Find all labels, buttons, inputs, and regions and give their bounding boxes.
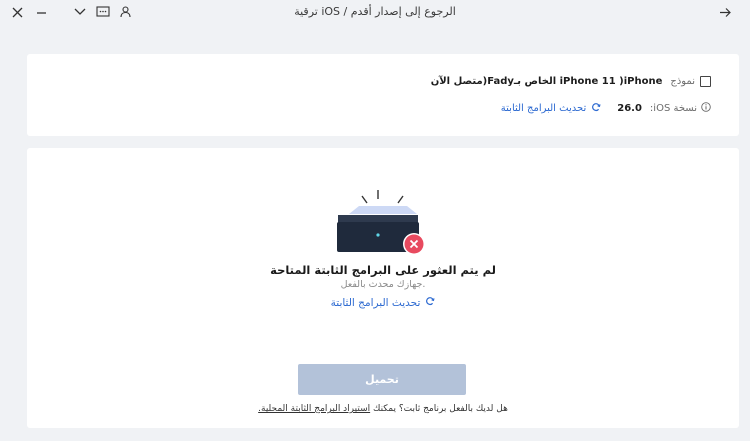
refresh-icon	[425, 296, 435, 309]
model-value: iPhone 11 )iPhone الخاص بـFady(متصل الآن	[430, 76, 663, 87]
status-subtitle: جهازك محدث بالفعل.	[340, 279, 426, 290]
back-arrow-icon[interactable]	[717, 4, 733, 20]
refresh-icon	[591, 102, 601, 115]
status-update-link[interactable]: تحديث البرامج الثابتة	[27, 296, 739, 309]
download-button[interactable]: تحميل	[298, 364, 466, 395]
footer-question: هل لديك بالفعل برنامج ثابت؟ يمكنك	[373, 404, 508, 414]
device-illustration	[333, 184, 433, 264]
update-firmware-link-label: تحديث البرامج الثابتة	[500, 103, 587, 114]
import-local-firmware-link[interactable]: استيراد البرامج الثابتة المحلية.	[258, 404, 370, 414]
version-value: 26.0	[617, 103, 642, 114]
footer-text: هل لديك بالفعل برنامج ثابت؟ يمكنك استيرا…	[27, 404, 739, 414]
model-label: نموذج	[670, 76, 695, 87]
title-bar: ترقية iOS / الرجوع إلى إصدار أقدم	[0, 0, 750, 24]
status-title: لم يتم العثور على البرامج الثابتة المتاح…	[270, 263, 496, 277]
update-firmware-link[interactable]: تحديث البرامج الثابتة	[501, 102, 601, 115]
version-label: نسخة iOS:	[649, 103, 697, 114]
version-row: نسخة iOS: 26.0 تحديث البرامج الثابتة	[501, 102, 711, 115]
device-info-card: نموذج iPhone 11 )iPhone الخاص بـFady(متص…	[27, 54, 739, 136]
firmware-status-card: لم يتم العثور على البرامج الثابتة المتاح…	[27, 148, 739, 428]
info-icon	[701, 102, 711, 115]
status-update-link-label: تحديث البرامج الثابتة	[330, 296, 421, 309]
model-row: نموذج iPhone 11 )iPhone الخاص بـFady(متص…	[431, 76, 711, 87]
window-title: ترقية iOS / الرجوع إلى إصدار أقدم	[294, 5, 456, 18]
device-checkbox-icon[interactable]	[700, 76, 711, 87]
